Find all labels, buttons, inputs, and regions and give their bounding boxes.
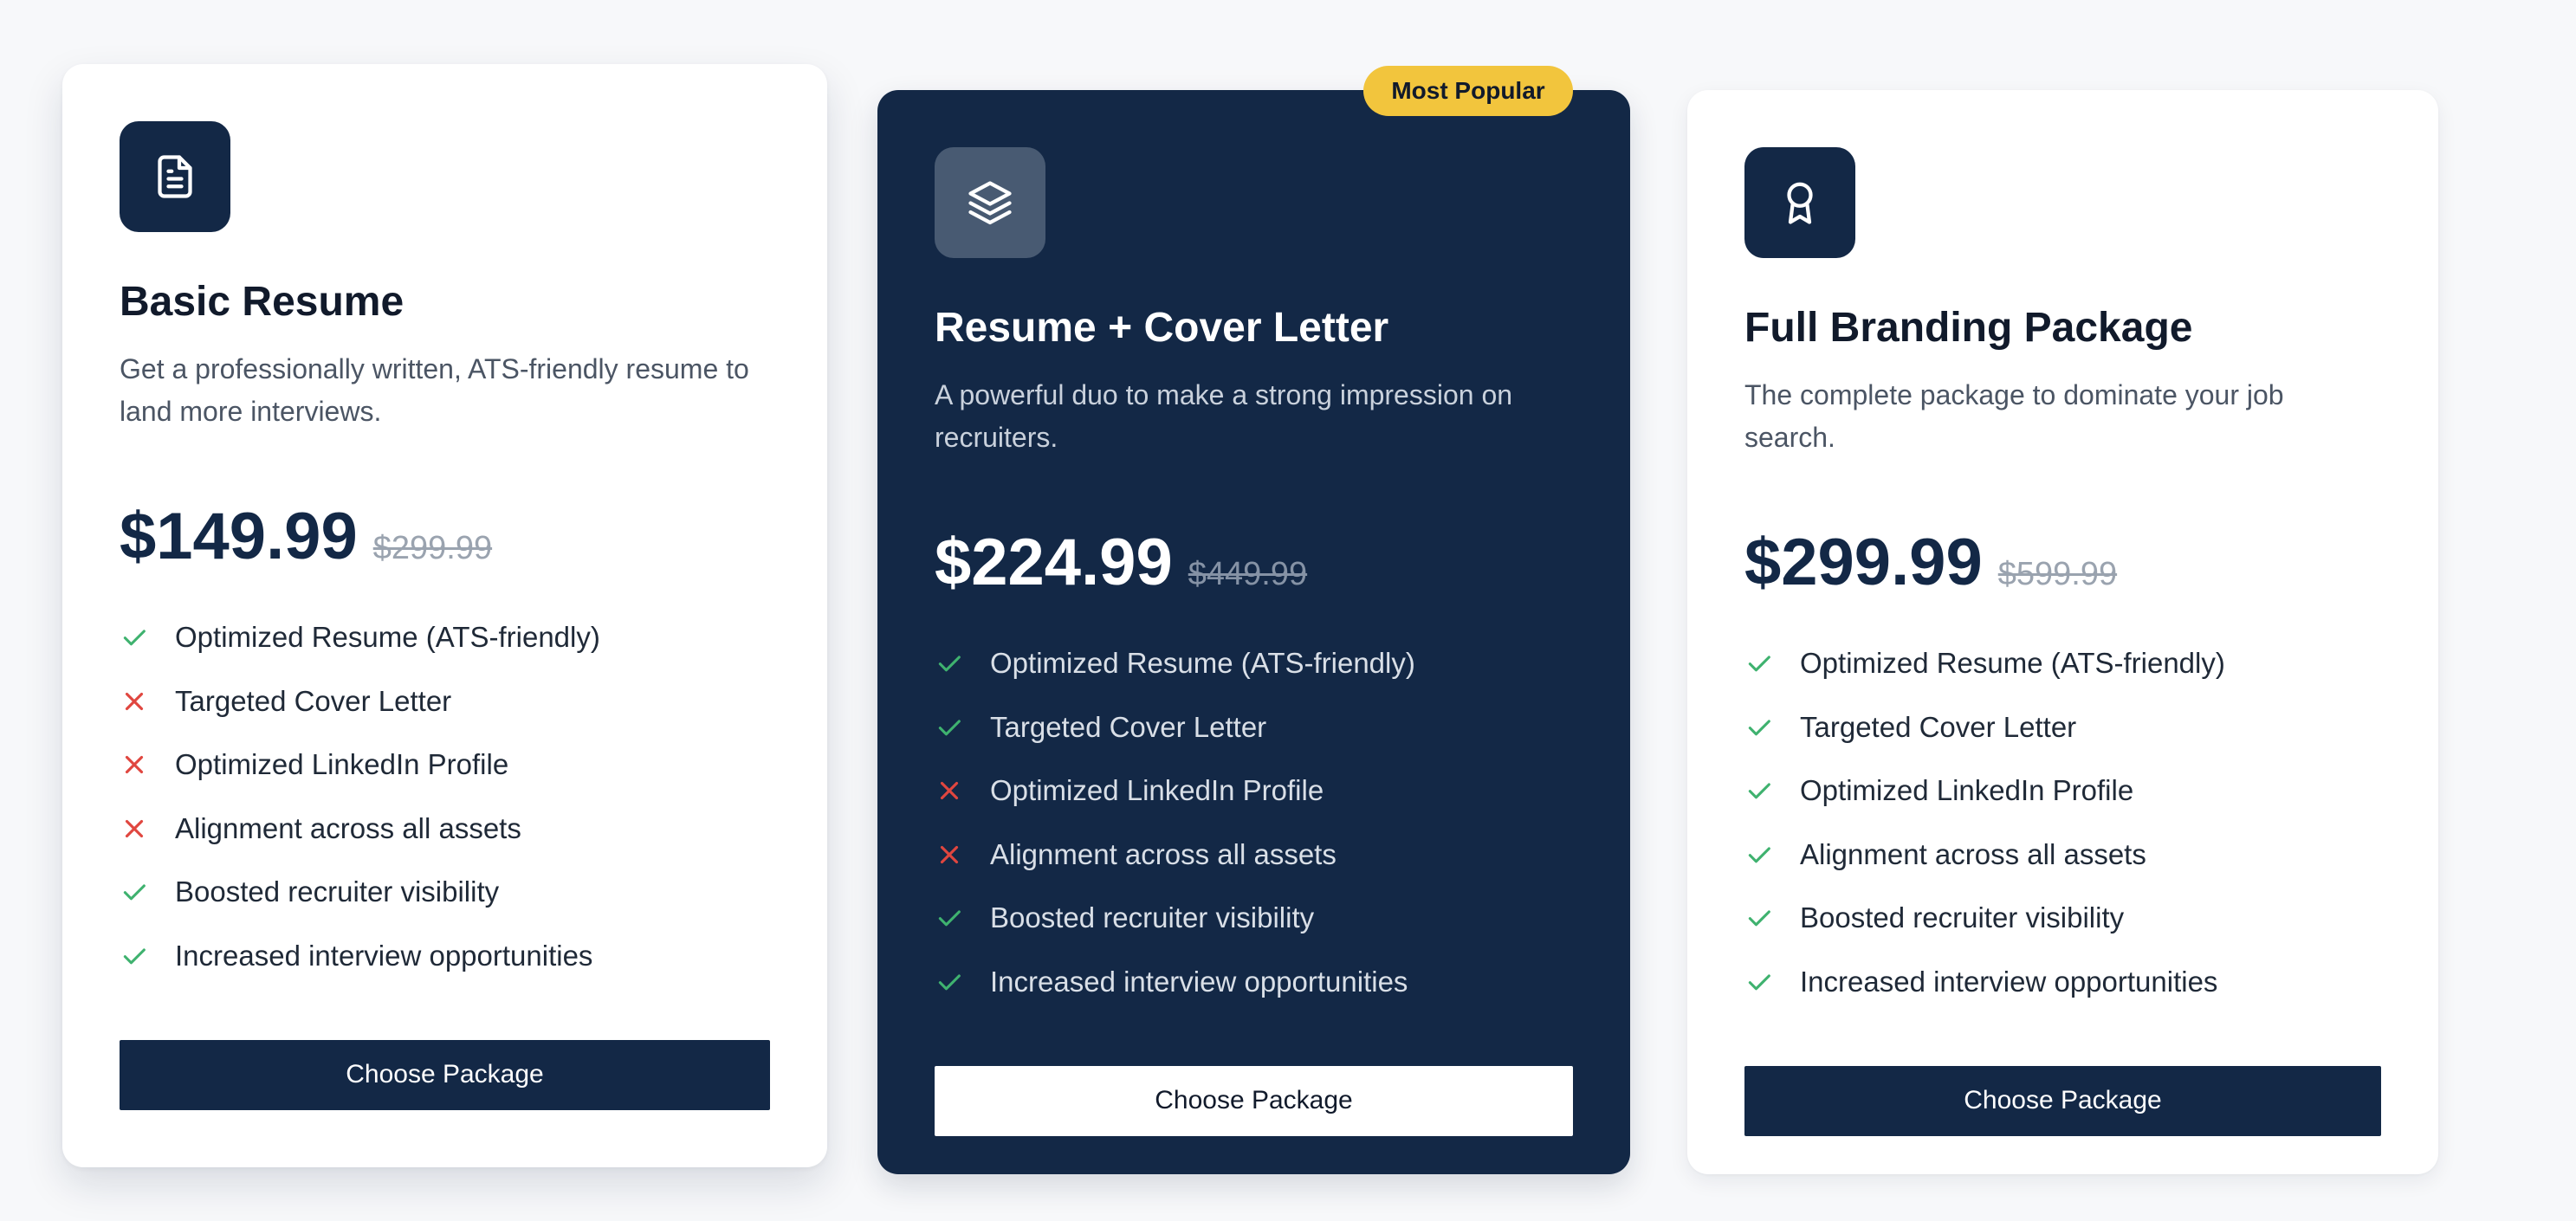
feature-label: Optimized LinkedIn Profile (990, 774, 1324, 807)
feature-label: Boosted recruiter visibility (990, 901, 1315, 934)
pricing-card-resume-cover-letter: Resume + Cover Letter A powerful duo to … (877, 90, 1630, 1174)
feature-label: Boosted recruiter visibility (1800, 901, 2125, 934)
feature-item: Optimized Resume (ATS-friendly) (1744, 632, 2381, 696)
cross-icon (120, 687, 149, 716)
feature-item: Alignment across all assets (1744, 823, 2381, 887)
check-icon (1744, 649, 1774, 678)
cross-icon (935, 840, 964, 869)
feature-label: Boosted recruiter visibility (175, 875, 500, 908)
most-popular-badge: Most Popular (1363, 66, 1573, 116)
check-icon (120, 941, 149, 971)
feature-label: Increased interview opportunities (175, 939, 593, 972)
feature-label: Alignment across all assets (990, 837, 1337, 870)
plan-title: Basic Resume (120, 279, 405, 325)
feature-label: Targeted Cover Letter (175, 684, 452, 717)
pricing-card-full-branding: Full Branding Package The complete packa… (1687, 90, 2438, 1174)
check-icon (935, 967, 964, 997)
plan-title: Full Branding Package (1744, 305, 2193, 351)
feature-item: Optimized LinkedIn Profile (120, 733, 770, 798)
feature-item: Optimized Resume (ATS-friendly) (935, 632, 1573, 696)
feature-list: Optimized Resume (ATS-friendly) Targeted … (1744, 632, 2381, 1014)
choose-package-button[interactable]: Choose Package (120, 1039, 770, 1110)
feature-list: Optimized Resume (ATS-friendly) Targeted … (120, 606, 770, 988)
choose-package-button[interactable]: Choose Package (935, 1065, 1573, 1136)
pricing-card-basic-resume: Basic Resume Get a professionally writte… (62, 64, 827, 1167)
plan-original-price: $299.99 (372, 529, 493, 566)
feature-item: Targeted Cover Letter (1744, 695, 2381, 759)
feature-item: Targeted Cover Letter (120, 669, 770, 733)
plan-price: $299.99 (1744, 525, 1983, 599)
document-icon (120, 121, 230, 232)
feature-label: Alignment across all assets (175, 811, 521, 844)
cross-icon (120, 814, 149, 843)
feature-item: Boosted recruiter visibility (935, 887, 1573, 951)
plan-description: A powerful duo to make a strong impressi… (935, 378, 1513, 453)
check-icon (935, 903, 964, 933)
feature-item: Increased interview opportunities (1744, 950, 2381, 1014)
feature-label: Optimized LinkedIn Profile (1800, 774, 2134, 807)
feature-item: Alignment across all assets (935, 823, 1573, 887)
price-row: $149.99 $299.99 (120, 499, 770, 578)
check-icon (1744, 713, 1774, 742)
feature-label: Increased interview opportunities (990, 965, 1408, 998)
cross-icon (935, 776, 964, 805)
plan-title: Resume + Cover Letter (935, 305, 1389, 351)
check-icon (1744, 840, 1774, 869)
feature-item: Optimized LinkedIn Profile (1744, 759, 2381, 824)
feature-item: Increased interview opportunities (935, 950, 1573, 1014)
check-icon (1744, 903, 1774, 933)
price-row: $299.99 $599.99 (1744, 525, 2381, 604)
feature-item: Optimized Resume (ATS-friendly) (120, 606, 770, 670)
plan-price: $149.99 (120, 499, 358, 573)
feature-item: Boosted recruiter visibility (120, 861, 770, 925)
feature-item: Alignment across all assets (120, 797, 770, 861)
price-row: $224.99 $449.99 (935, 525, 1573, 604)
plan-original-price: $599.99 (1997, 555, 2118, 592)
feature-label: Alignment across all assets (1800, 837, 2146, 870)
check-icon (935, 649, 964, 678)
feature-label: Optimized Resume (ATS-friendly) (175, 621, 600, 654)
feature-label: Optimized LinkedIn Profile (175, 748, 509, 781)
feature-list: Optimized Resume (ATS-friendly) Targeted … (935, 632, 1573, 1014)
plan-original-price: $449.99 (1188, 555, 1308, 592)
check-icon (935, 713, 964, 742)
plan-price: $224.99 (935, 525, 1173, 599)
feature-label: Optimized Resume (ATS-friendly) (990, 647, 1415, 680)
feature-label: Targeted Cover Letter (990, 710, 1267, 743)
feature-label: Targeted Cover Letter (1800, 710, 2077, 743)
check-icon (1744, 967, 1774, 997)
cross-icon (120, 750, 149, 779)
choose-package-button[interactable]: Choose Package (1744, 1065, 2381, 1136)
feature-item: Targeted Cover Letter (935, 695, 1573, 759)
check-icon (1744, 776, 1774, 805)
check-icon (120, 877, 149, 907)
feature-item: Boosted recruiter visibility (1744, 887, 2381, 951)
plan-description: The complete package to dominate your jo… (1744, 378, 2284, 453)
feature-label: Increased interview opportunities (1800, 965, 2218, 998)
feature-item: Increased interview opportunities (120, 924, 770, 988)
layers-icon (935, 147, 1045, 258)
check-icon (120, 623, 149, 652)
feature-item: Optimized LinkedIn Profile (935, 759, 1573, 824)
feature-label: Optimized Resume (ATS-friendly) (1800, 647, 2225, 680)
plan-description: Get a professionally written, ATS-friend… (120, 352, 749, 427)
award-icon (1744, 147, 1855, 258)
